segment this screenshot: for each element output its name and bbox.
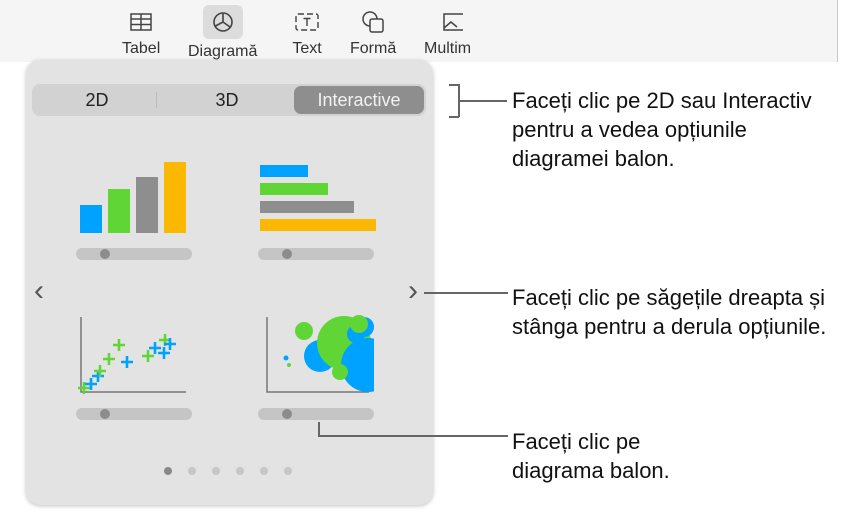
chart-type-segmented-control: 2D 3D Interactive (32, 84, 426, 116)
chart-slider[interactable] (258, 248, 374, 260)
callout-arrows: Faceți clic pe săgețile dreapta și stâng… (512, 285, 827, 339)
toolbar-label: Diagramă (188, 43, 258, 60)
scatter-point (113, 339, 125, 351)
page-dot[interactable] (164, 467, 172, 475)
callout-line (424, 292, 508, 294)
interactive-column-chart[interactable] (78, 160, 194, 236)
interactive-scatter-chart[interactable] (76, 315, 192, 395)
tab-interactive[interactable]: Interactive (294, 86, 424, 114)
toolbar-text-button[interactable]: Text (292, 8, 322, 58)
scatter-point (103, 353, 115, 365)
scatter-point (142, 350, 154, 362)
divider (156, 92, 157, 108)
chart-slider[interactable] (76, 248, 192, 260)
page-dot[interactable] (236, 467, 244, 475)
bracket (449, 116, 459, 118)
callout-line (318, 422, 320, 436)
chart-popover: 2D 3D Interactive ‹ › (26, 60, 433, 505)
tab-3d[interactable]: 3D (162, 84, 292, 116)
toolbar-label: Text (292, 40, 322, 57)
callout-line (459, 100, 507, 102)
scatter-point (121, 356, 133, 368)
chart-slider[interactable] (258, 408, 374, 420)
tab-2d[interactable]: 2D (32, 84, 162, 116)
page-dot[interactable] (260, 467, 268, 475)
callout-line (318, 435, 508, 437)
media-icon (433, 8, 463, 36)
slider-knob[interactable] (282, 409, 292, 419)
toolbar-chart-button[interactable]: Diagramă (188, 5, 258, 61)
chart-slider[interactable] (76, 408, 192, 420)
page-dot[interactable] (212, 467, 220, 475)
toolbar-label: Formă (350, 40, 397, 57)
chevron-left-icon[interactable]: ‹ (34, 274, 44, 308)
interactive-bubble-chart[interactable] (258, 315, 374, 395)
callout-bubble: Faceți clic pe diagrama balon. (512, 429, 670, 483)
toolbar-shape-button[interactable]: Formă (350, 8, 396, 58)
text-box-icon (292, 8, 322, 36)
chart-icon (202, 5, 243, 39)
toolbar-media-button[interactable]: Multim (424, 8, 471, 58)
toolbar-label: Multim (424, 40, 472, 57)
toolbar-label: Tabel (122, 40, 161, 57)
page-dot[interactable] (284, 467, 292, 475)
callout-tabs: Faceți clic pe 2D sau Interactiv pentru … (512, 88, 812, 171)
slider-knob[interactable] (100, 249, 110, 259)
slider-knob[interactable] (100, 409, 110, 419)
interactive-bar-chart[interactable] (258, 163, 378, 233)
toolbar-table-button[interactable]: Tabel (122, 8, 160, 58)
chevron-right-icon[interactable]: › (408, 274, 418, 308)
shape-icon (358, 8, 388, 36)
slider-knob[interactable] (282, 249, 292, 259)
table-icon (126, 8, 156, 36)
page-indicator (164, 467, 292, 475)
toolbar: Tabel Diagramă Text Formă Multim (0, 0, 838, 62)
page-dot[interactable] (188, 467, 196, 475)
